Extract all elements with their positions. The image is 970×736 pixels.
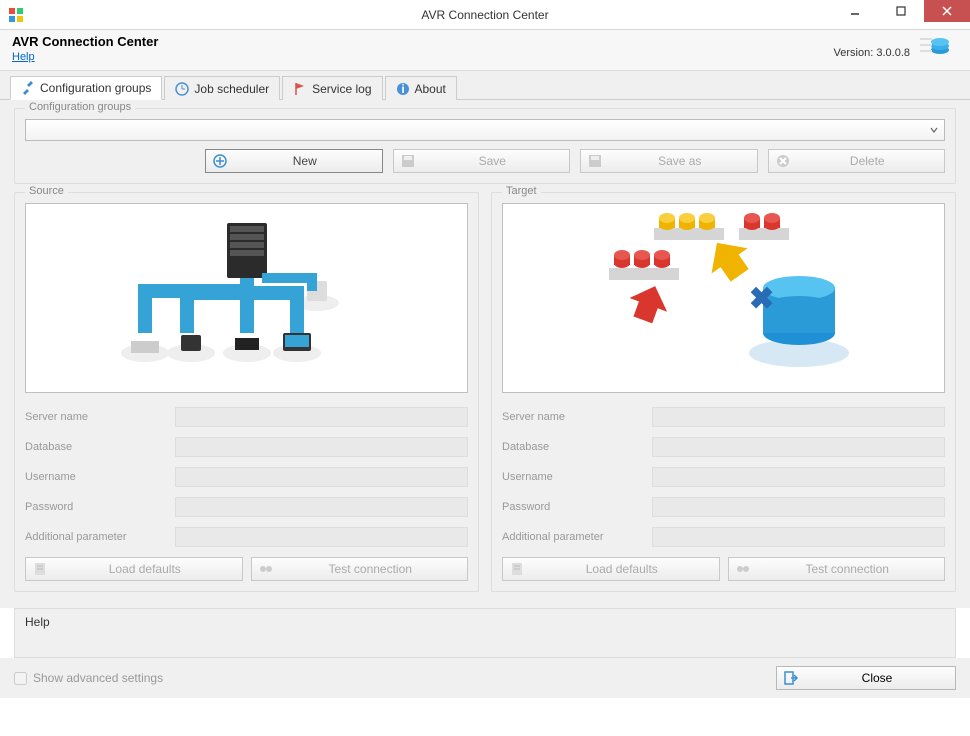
button-label: Save as: [603, 154, 757, 168]
target-fieldset: Target: [491, 192, 956, 592]
field-label: Server name: [502, 411, 652, 423]
target-illustration: [502, 203, 945, 393]
source-password-input[interactable]: [175, 497, 468, 517]
close-window-button[interactable]: [924, 0, 970, 22]
help-panel-title: Help: [25, 615, 50, 629]
configuration-groups-dropdown[interactable]: [25, 119, 945, 141]
checkbox-input[interactable]: [14, 672, 27, 685]
document-icon: [509, 561, 525, 577]
tab-service-log[interactable]: Service log: [282, 76, 382, 100]
button-label: New: [228, 154, 382, 168]
delete-icon: [775, 153, 791, 169]
source-additional-parameter-input[interactable]: [175, 527, 468, 547]
field-label: Database: [502, 441, 652, 453]
save-icon: [400, 153, 416, 169]
new-button[interactable]: New: [205, 149, 383, 173]
app-title: AVR Connection Center: [12, 34, 834, 49]
version-label: Version: 3.0.0.8: [834, 47, 910, 59]
source-server-name-input[interactable]: [175, 407, 468, 427]
minimize-button[interactable]: [832, 0, 878, 22]
window-titlebar: AVR Connection Center: [0, 0, 970, 30]
target-username-input[interactable]: [652, 467, 945, 487]
fieldset-legend: Configuration groups: [25, 101, 135, 113]
source-load-defaults-button[interactable]: Load defaults: [25, 557, 243, 581]
save-button[interactable]: Save: [393, 149, 571, 173]
save-as-icon: [587, 153, 603, 169]
content-area: Configuration groups New Save Save as De…: [0, 100, 970, 608]
footer: Show advanced settings Close: [0, 658, 970, 698]
target-additional-parameter-input[interactable]: [652, 527, 945, 547]
plus-icon: [212, 153, 228, 169]
show-advanced-settings-checkbox[interactable]: Show advanced settings: [14, 671, 163, 685]
field-label: Additional parameter: [25, 531, 175, 543]
target-server-name-input[interactable]: [652, 407, 945, 427]
app-header: AVR Connection Center Help Version: 3.0.…: [0, 30, 970, 71]
maximize-button[interactable]: [878, 0, 924, 22]
delete-button[interactable]: Delete: [768, 149, 946, 173]
window-title: AVR Connection Center: [421, 8, 548, 22]
checkbox-label: Show advanced settings: [33, 671, 163, 685]
tab-strip: Configuration groups Job scheduler Servi…: [0, 71, 970, 100]
app-icon: [8, 7, 24, 23]
source-fieldset: Source: [14, 192, 479, 592]
fieldset-legend: Target: [502, 185, 541, 197]
save-as-button[interactable]: Save as: [580, 149, 758, 173]
header-logo-icon: [918, 34, 958, 64]
source-username-input[interactable]: [175, 467, 468, 487]
button-label: Delete: [791, 154, 945, 168]
close-button[interactable]: Close: [776, 666, 956, 690]
flag-icon: [293, 82, 307, 96]
target-load-defaults-button[interactable]: Load defaults: [502, 557, 720, 581]
button-label: Load defaults: [48, 562, 242, 576]
tab-configuration-groups[interactable]: Configuration groups: [10, 76, 162, 100]
tab-label: About: [415, 82, 446, 96]
tab-about[interactable]: i About: [385, 76, 457, 100]
target-password-input[interactable]: [652, 497, 945, 517]
button-label: Test connection: [274, 562, 468, 576]
exit-icon: [783, 670, 799, 686]
tools-icon: [21, 81, 35, 95]
fieldset-legend: Source: [25, 185, 68, 197]
button-label: Load defaults: [525, 562, 719, 576]
field-label: Server name: [25, 411, 175, 423]
document-icon: [32, 561, 48, 577]
field-label: Username: [25, 471, 175, 483]
help-panel: Help: [14, 608, 956, 658]
connection-icon: [735, 561, 751, 577]
clock-icon: [175, 82, 189, 96]
tab-label: Service log: [312, 82, 371, 96]
groups-toolbar: New Save Save as Delete: [25, 149, 945, 173]
target-test-connection-button[interactable]: Test connection: [728, 557, 946, 581]
field-label: Username: [502, 471, 652, 483]
button-label: Close: [799, 671, 955, 685]
target-database-input[interactable]: [652, 437, 945, 457]
source-illustration: [25, 203, 468, 393]
configuration-groups-fieldset: Configuration groups New Save Save as De…: [14, 108, 956, 184]
source-database-input[interactable]: [175, 437, 468, 457]
svg-text:i: i: [401, 82, 404, 96]
chevron-down-icon: [930, 123, 938, 137]
tab-label: Job scheduler: [194, 82, 269, 96]
tab-label: Configuration groups: [40, 81, 151, 95]
source-test-connection-button[interactable]: Test connection: [251, 557, 469, 581]
field-label: Password: [502, 501, 652, 513]
field-label: Database: [25, 441, 175, 453]
field-label: Password: [25, 501, 175, 513]
button-label: Save: [416, 154, 570, 168]
help-link[interactable]: Help: [12, 51, 35, 63]
button-label: Test connection: [751, 562, 945, 576]
field-label: Additional parameter: [502, 531, 652, 543]
connection-icon: [258, 561, 274, 577]
info-icon: i: [396, 82, 410, 96]
tab-job-scheduler[interactable]: Job scheduler: [164, 76, 280, 100]
